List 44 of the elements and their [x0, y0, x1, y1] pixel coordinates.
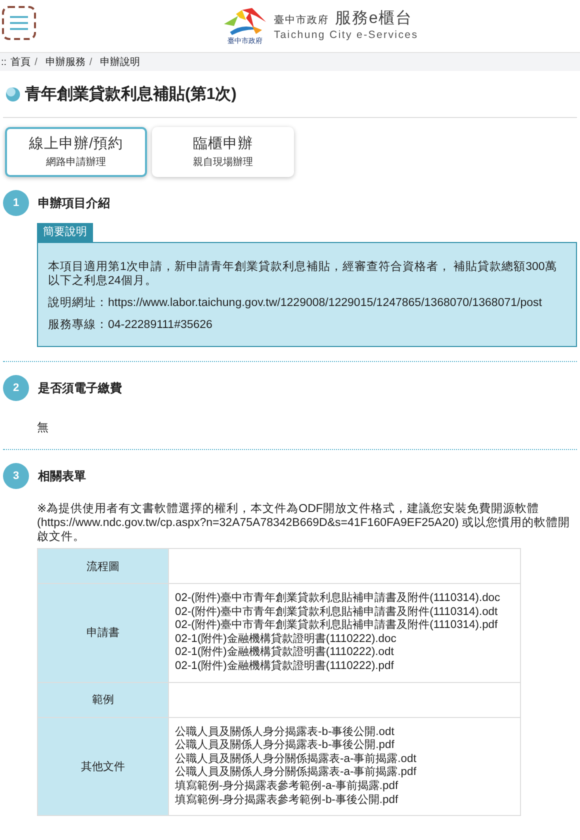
logo-icon — [222, 8, 268, 38]
org-name: 臺中市政府 — [274, 16, 329, 26]
service-tab[interactable]: 臨櫃申辦 親自現場辦理 — [152, 127, 294, 177]
file-link[interactable]: 公職人員及關係人身分關係揭露表-a-事前揭露.odt — [175, 752, 514, 766]
breadcrumb-link[interactable]: 申辦說明 — [100, 55, 140, 69]
form-category: 範例 — [38, 682, 168, 718]
file-link[interactable]: 02-1(附件)金融機構貸款證明書(1110222).pdf — [175, 660, 514, 674]
step-number: 1 — [3, 190, 29, 216]
bubble-icon — [5, 86, 21, 102]
file-link[interactable]: 02-1(附件)金融機構貸款證明書(1110222).doc — [175, 632, 514, 646]
section-text: 無 — [37, 420, 50, 435]
form-category: 其他文件 — [38, 717, 168, 816]
menu-icon — [9, 15, 29, 31]
file-link[interactable]: 02-(附件)臺中市青年創業貸款利息貼補申請書及附件(1110314).odt — [175, 606, 514, 620]
box-label: 簡要說明 — [37, 223, 93, 242]
breadcrumb-link[interactable]: 申辦服務 — [45, 55, 86, 69]
service-tab[interactable]: 線上申辦/預約 網路申請辦理 — [5, 127, 147, 177]
section-heading: 申辦項目介紹 — [38, 194, 110, 212]
site-title: 服務e櫃台 — [334, 11, 413, 28]
file-link[interactable]: 02-(附件)臺中市青年創業貸款利息貼補申請書及附件(1110314).pdf — [175, 619, 514, 633]
section-heading: 相關表單 — [38, 468, 86, 484]
summary-text: 本項目適用第1次申請，新申請青年創業貸款利息補貼，經審查符合資格者， 補貼貸款總額300萬以下之利息24個月。 — [48, 260, 558, 288]
file-link[interactable]: 02-1(附件)金融機構貸款證明書(1110222).odt — [175, 646, 514, 660]
file-link[interactable]: 填寫範例-身分揭露表參考範例-b-事後公開.pdf — [175, 794, 514, 808]
file-link[interactable]: 公職人員及關係人身分關係揭露表-a-事前揭露.pdf — [175, 766, 514, 780]
section-heading: 是否須電子繳費 — [38, 380, 122, 396]
file-link[interactable]: 公職人員及關係人身分揭露表-b-事後公開.pdf — [175, 739, 514, 753]
site-subtitle: Taichung City e-Services — [274, 30, 418, 41]
odf-note: ※為提供使用者有文書軟體選擇的權利，本文件為ODF開放文件格式，建議您安裝免費開源軟體(https://www.ndc.gov.tw/cp.aspx?n=32A75A78342B669D&s=41F160FA9EF25A20) 或以您慣用的軟體開啟文件。 — [37, 502, 571, 544]
breadcrumb-separator: / — [34, 56, 38, 68]
summary-text: 說明網址：https://www.labor.taichung.gov.tw/1229008/1229015/1247865/1368070/1368071/post — [48, 296, 543, 310]
breadcrumb-marker: :: — [1, 56, 7, 68]
file-link[interactable]: 填寫範例-身分揭露表參考範例-a-事前揭露.pdf — [175, 780, 514, 794]
breadcrumb-link[interactable]: 首頁 — [10, 55, 31, 69]
file-link[interactable]: 02-(附件)臺中市青年創業貸款利息貼補申請書及附件(1110314).doc — [175, 592, 514, 606]
file-link[interactable]: 公職人員及關係人身分揭露表-b-事後公開.odt — [175, 726, 514, 740]
menu-button[interactable] — [2, 6, 36, 40]
summary-text: 服務專線：04-22289111#35626 — [48, 318, 214, 332]
form-category: 流程圖 — [38, 548, 168, 584]
step-number: 2 — [3, 375, 29, 401]
breadcrumb-separator: / — [89, 56, 92, 68]
step-number: 3 — [3, 463, 29, 489]
form-category: 申請書 — [38, 584, 168, 682]
page-title: 青年創業貸款利息補貼(第1次) — [25, 84, 237, 104]
